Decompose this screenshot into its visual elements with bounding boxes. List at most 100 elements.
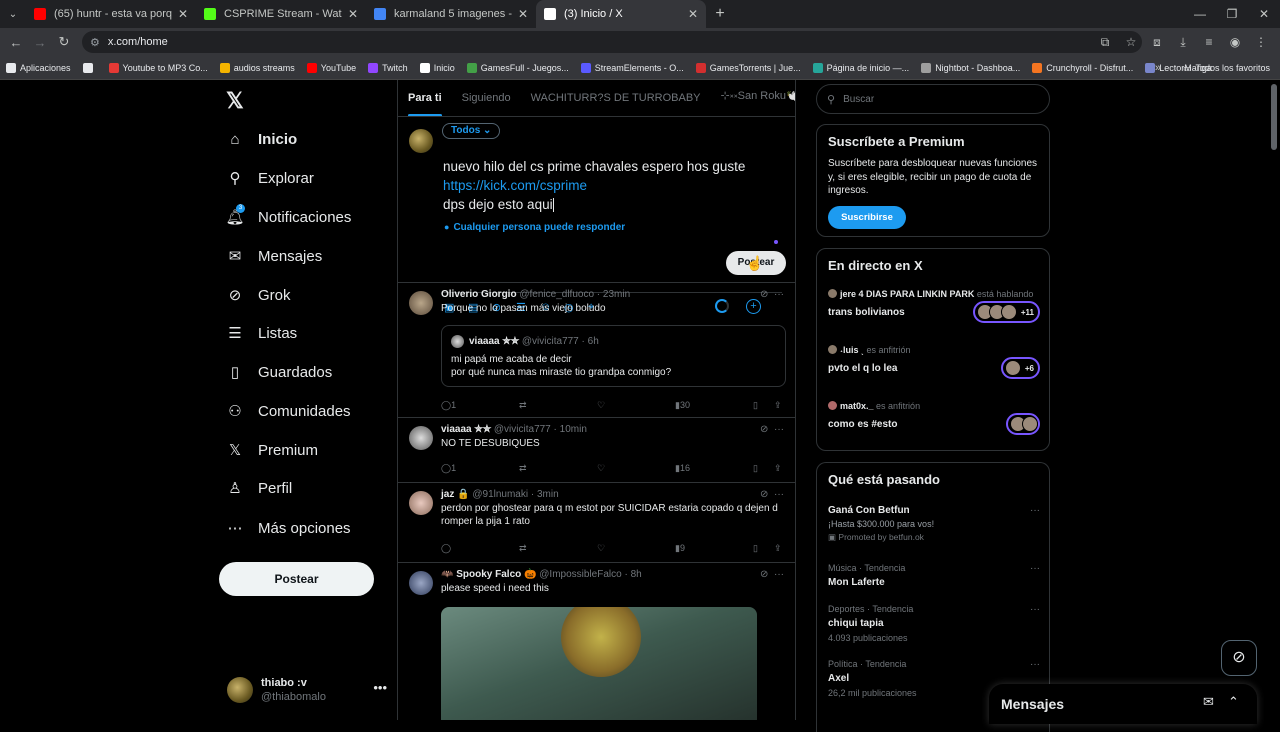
author-name[interactable]: Oliverio Giorgio: [441, 289, 517, 300]
profile-avatar-icon[interactable]: ◉: [1222, 35, 1248, 49]
nav-item-comunidades[interactable]: ⚇ Comunidades: [226, 402, 350, 421]
share-icon[interactable]: ⇪: [774, 463, 782, 474]
retweet-icon[interactable]: ⇄: [519, 400, 527, 411]
bookmark-star-icon[interactable]: ☆: [1118, 35, 1144, 49]
bookmark-item[interactable]: StreamElements - O...: [580, 62, 684, 73]
reply-button[interactable]: ◯ 1: [441, 400, 456, 411]
grok-icon[interactable]: ⊘: [760, 289, 768, 300]
bookmark-item[interactable]: audios streams: [219, 62, 295, 73]
nav-item-guardados[interactable]: ▯ Guardados: [226, 363, 332, 382]
bookmark-icon[interactable]: ▯: [753, 543, 758, 554]
more-icon[interactable]: ···: [774, 424, 784, 435]
chevron-up-icon[interactable]: ⌃: [1228, 694, 1239, 710]
live-space-item[interactable]: mat0x._ es anfitrión como es #esto: [828, 401, 1040, 441]
close-window-icon[interactable]: ✕: [1248, 0, 1280, 28]
bookmark-item[interactable]: Crunchyroll - Disfrut...: [1032, 62, 1133, 73]
nav-item-grok[interactable]: ⊘ Grok: [226, 286, 291, 305]
views-button[interactable]: ▮ 9: [675, 543, 685, 554]
tweet[interactable]: viaaaa ✮✮ @vivicita777 · 10min ⊘ ··· NO …: [398, 418, 795, 483]
retweet-icon[interactable]: ⇄: [519, 463, 527, 474]
bookmark-item[interactable]: YouTube: [306, 62, 356, 73]
reply-button[interactable]: ◯: [441, 543, 451, 554]
reply-button[interactable]: ◯ 1: [441, 463, 456, 474]
bookmark-item[interactable]: Nightbot - Dashboa...: [921, 62, 1020, 73]
close-tab-icon[interactable]: ✕: [688, 7, 698, 21]
tab-para-ti[interactable]: Para ti: [408, 92, 442, 116]
tab-search-button[interactable]: ⌄: [0, 0, 26, 28]
nav-item-mensajes[interactable]: ✉ Mensajes: [226, 247, 323, 266]
composer-textarea[interactable]: nuevo hilo del cs prime chavales espero …: [443, 157, 773, 214]
media-controls-icon[interactable]: ≡: [1196, 35, 1222, 49]
like-icon[interactable]: ♡: [597, 543, 605, 554]
reply-settings[interactable]: Cualquier persona puede responder: [444, 222, 625, 233]
avatar[interactable]: [409, 571, 433, 595]
tweet[interactable]: jaz 🔒 @91lnumaki · 3min ⊘ ··· perdon por…: [398, 483, 795, 563]
grok-icon[interactable]: ⊘: [760, 569, 768, 580]
trend-item[interactable]: Deportes · Tendencia chiqui tapia 4.093 …: [828, 604, 1040, 643]
live-space-item[interactable]: jere 4 DIAS PARA LINKIN PARK está hablan…: [828, 289, 1040, 329]
tweet-actions-menu[interactable]: ⊘ ···: [760, 289, 784, 300]
bookmark-icon[interactable]: ▯: [753, 463, 758, 474]
tweet-time[interactable]: 23min: [603, 289, 630, 300]
all-bookmarks-link[interactable]: Todos los favoritos: [1195, 63, 1270, 73]
nav-item-inicio[interactable]: ⌂ Inicio: [226, 130, 297, 148]
tweet-media-image[interactable]: [441, 607, 757, 720]
grok-floating-button[interactable]: ⊘: [1221, 640, 1257, 676]
tweet[interactable]: 🦇 Spooky Falco 🎃 @ImpossibleFalco · 8h ⊘…: [398, 563, 795, 720]
trend-item[interactable]: Ganá Con Betfun ¡Hasta $300.000 para vos…: [828, 505, 1040, 543]
account-switcher[interactable]: thiabo :v @thiabomalo •••: [227, 674, 387, 706]
tweet-time[interactable]: 3min: [537, 489, 559, 500]
grok-icon[interactable]: ⊘: [760, 489, 768, 500]
nav-item-explorar[interactable]: ⚲ Explorar: [226, 169, 314, 188]
x-logo-icon[interactable]: 𝕏: [226, 88, 244, 114]
tab-list-wachiturros[interactable]: WACHITURR?S DE TURROBABY: [531, 92, 701, 104]
browser-tab[interactable]: CSPRIME Stream - Watch Live o ✕: [196, 0, 366, 28]
back-arrow-icon[interactable]: ←: [4, 35, 28, 50]
chevron-right-icon[interactable]: »: [1155, 62, 1161, 74]
avatar[interactable]: [409, 291, 433, 315]
close-tab-icon[interactable]: ✕: [178, 7, 188, 21]
close-tab-icon[interactable]: ✕: [348, 7, 358, 21]
views-button[interactable]: ▮ 30: [675, 400, 690, 411]
browser-tab-active[interactable]: (3) Inicio / X ✕: [536, 0, 706, 28]
more-icon[interactable]: ···: [774, 489, 784, 500]
browser-tab[interactable]: (65) huntr - esta va porque te q ✕: [26, 0, 196, 28]
search-input[interactable]: ⚲ Buscar: [816, 84, 1050, 114]
tweet-actions-menu[interactable]: ⊘ ···: [760, 569, 784, 580]
more-icon[interactable]: ···: [1030, 604, 1040, 615]
nav-item-más-opciones[interactable]: ⋯ Más opciones: [226, 519, 351, 538]
bookmark-item[interactable]: Página de inicio —...: [812, 62, 909, 73]
grok-icon[interactable]: ⊘: [760, 424, 768, 435]
more-icon[interactable]: ···: [1030, 659, 1040, 670]
more-icon[interactable]: •••: [373, 680, 387, 695]
new-tab-button[interactable]: +: [706, 5, 734, 23]
bookmark-item[interactable]: Youtube to MP3 Co...: [108, 62, 208, 73]
browser-menu-icon[interactable]: ⋮: [1248, 35, 1274, 49]
audience-selector[interactable]: Todos ⌄: [442, 123, 501, 139]
minimize-icon[interactable]: —: [1184, 0, 1216, 28]
share-icon[interactable]: ⇪: [774, 543, 782, 554]
tweet[interactable]: Oliverio Giorgio @fenice_dlfuoco · 23min…: [398, 283, 795, 418]
browser-tab[interactable]: karmaland 5 imagenes - Buscar ✕: [366, 0, 536, 28]
like-icon[interactable]: ♡: [597, 463, 605, 474]
bookmark-item[interactable]: GamesFull - Juegos...: [466, 62, 569, 73]
avatar[interactable]: [409, 426, 433, 450]
site-info-icon[interactable]: ⚙: [90, 36, 100, 49]
nav-item-premium[interactable]: 𝕏 Premium: [226, 441, 318, 460]
extensions-icon[interactable]: ⧈: [1144, 35, 1170, 50]
forward-arrow-icon[interactable]: →: [28, 35, 52, 50]
tab-siguiendo[interactable]: Siguiendo: [462, 92, 511, 104]
more-icon[interactable]: ···: [1030, 505, 1040, 516]
tweet-actions-menu[interactable]: ⊘ ···: [760, 424, 784, 435]
share-icon[interactable]: ⇪: [774, 400, 782, 411]
url-field[interactable]: ⚙ x.com/home: [82, 31, 1142, 53]
bookmark-icon[interactable]: ▯: [753, 400, 758, 411]
nav-item-notificaciones[interactable]: 🔔︎ 3 Notificaciones: [225, 204, 351, 226]
bookmark-item[interactable]: Twitch: [368, 62, 408, 73]
new-message-icon[interactable]: ✉: [1203, 694, 1214, 710]
tweet-actions-menu[interactable]: ⊘ ···: [760, 489, 784, 500]
tweet-time[interactable]: 8h: [631, 569, 642, 580]
like-icon[interactable]: ♡: [597, 400, 605, 411]
author-name[interactable]: viaaaa ✮✮: [441, 424, 491, 435]
bookmark-item[interactable]: [82, 62, 97, 73]
